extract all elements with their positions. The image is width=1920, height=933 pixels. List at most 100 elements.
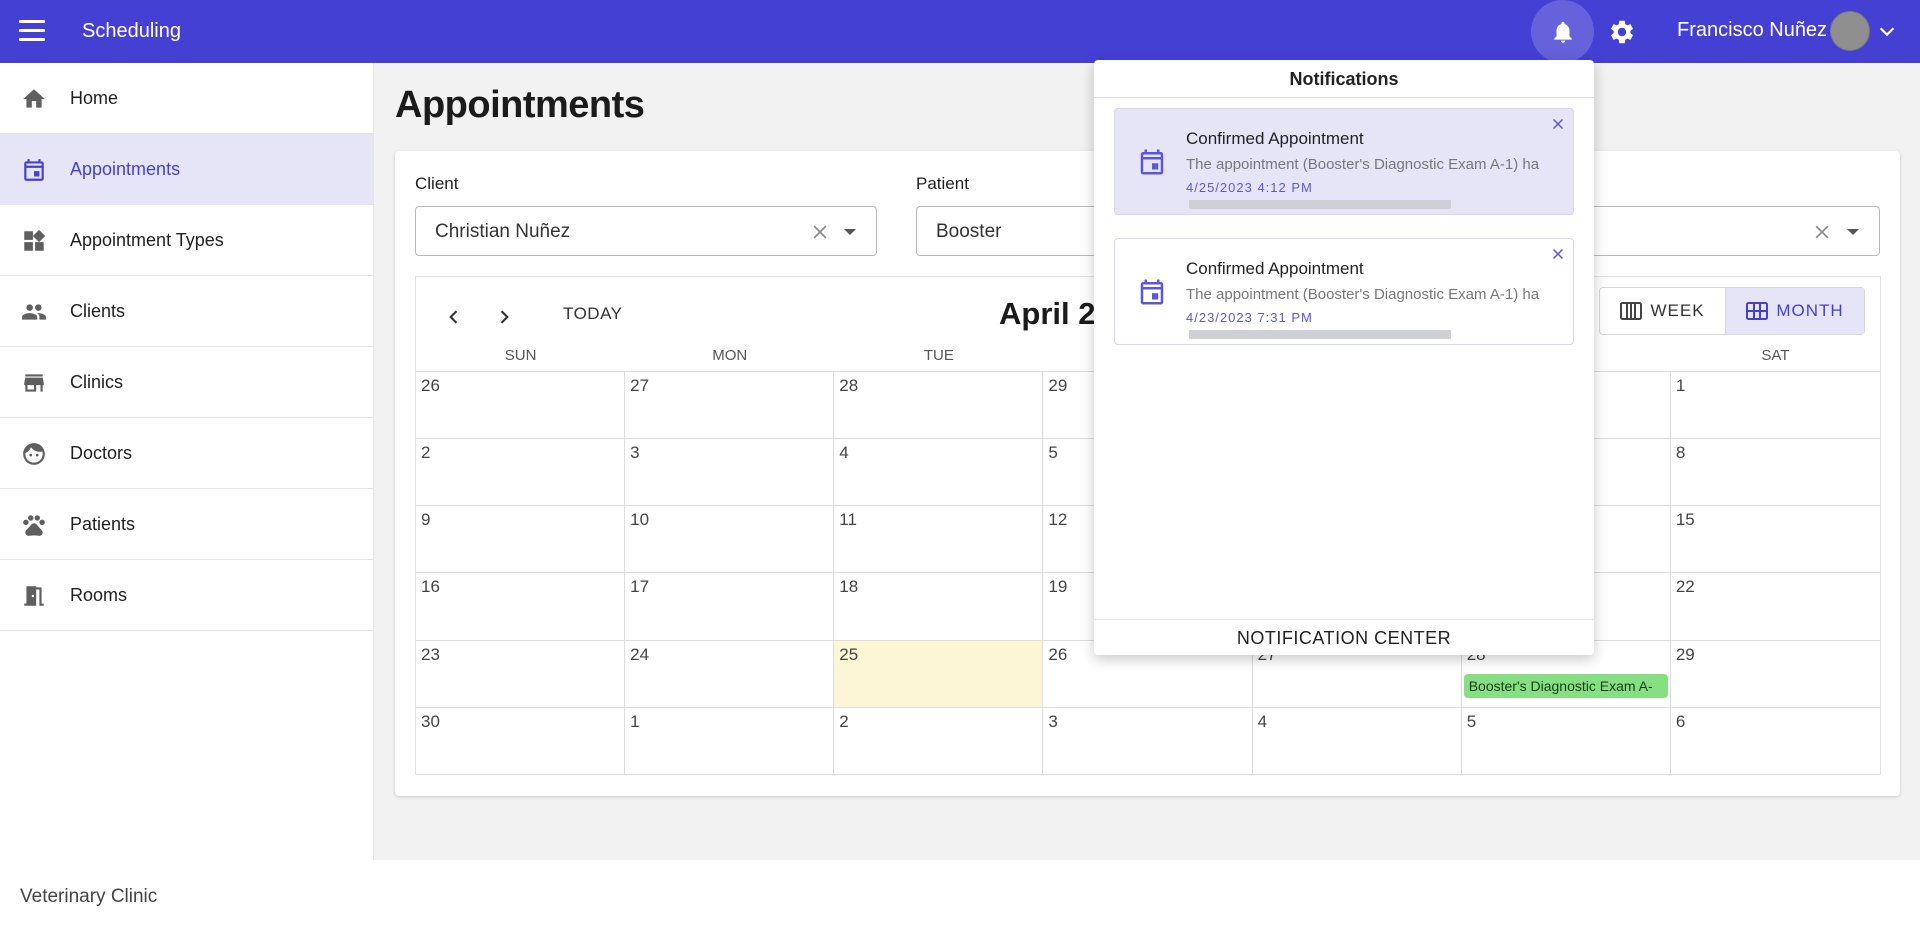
sidebar-item-label: Patients: [70, 513, 136, 534]
day-number: 12: [1048, 510, 1068, 530]
day-cell[interactable]: 27: [625, 372, 835, 440]
day-number: 3: [630, 443, 640, 463]
day-cell[interactable]: 1: [1670, 372, 1880, 440]
clear-icon[interactable]: [1812, 222, 1832, 242]
day-cell[interactable]: 17: [625, 573, 835, 641]
weekday-label: MON: [712, 347, 748, 364]
day-number: 5: [1048, 443, 1058, 463]
day-cell[interactable]: 8: [1670, 439, 1880, 507]
day-cell[interactable]: 2: [416, 439, 626, 507]
client-select-value: Christian Nuñez: [435, 221, 571, 242]
day-number: 8: [1675, 443, 1686, 463]
client-select[interactable]: Christian Nuñez: [415, 206, 877, 256]
day-number: 4: [839, 443, 849, 463]
notification-item[interactable]: Confirmed Appointment The appointment (B…: [1114, 238, 1574, 345]
day-cell-today[interactable]: 25: [834, 640, 1044, 708]
scroll-bar[interactable]: [1189, 330, 1451, 339]
day-cell[interactable]: 15: [1670, 506, 1880, 574]
day-cell[interactable]: 16: [416, 573, 626, 641]
day-cell[interactable]: 22: [1670, 573, 1880, 641]
day-number: 23: [421, 644, 440, 664]
day-number: 19: [1048, 577, 1068, 597]
day-cell[interactable]: 23: [416, 640, 626, 708]
clear-icon[interactable]: [810, 222, 830, 242]
day-cell[interactable]: 24: [625, 640, 835, 708]
chevron-down-icon[interactable]: [1876, 20, 1898, 42]
sidebar-item-doctors[interactable]: Doctors: [0, 418, 373, 489]
day-number: 10: [630, 510, 650, 530]
notification-item[interactable]: Confirmed Appointment The appointment (B…: [1114, 108, 1574, 215]
day-number: 29: [1675, 644, 1695, 664]
notifications-button[interactable]: [1531, 0, 1594, 63]
day-cell[interactable]: 3: [1043, 707, 1253, 775]
month-view-button[interactable]: MONTH: [1726, 288, 1864, 334]
next-month-button[interactable]: [486, 299, 522, 335]
sidebar-item-patients[interactable]: Patients: [0, 489, 373, 560]
day-cell[interactable]: 26: [416, 372, 626, 440]
weekday-label: TUE: [923, 347, 954, 364]
calendar-icon: [1140, 279, 1164, 305]
notification-time: 4/25/2023 4:12 PM: [1186, 180, 1313, 195]
day-cell[interactable]: 6: [1670, 708, 1880, 775]
sidebar-item-label: Clinics: [70, 371, 124, 392]
sidebar-item-label: Clients: [70, 300, 126, 321]
notification-time: 4/23/2023 7:31 PM: [1186, 310, 1313, 325]
user-name[interactable]: Francisco Nuñez: [1677, 19, 1827, 42]
day-cell[interactable]: 4: [834, 439, 1044, 507]
day-cell[interactable]: 9: [416, 506, 626, 574]
month-view-icon: [1746, 302, 1769, 320]
day-cell[interactable]: 29: [1670, 641, 1880, 708]
patient-field-label: Patient: [916, 174, 969, 193]
sidebar-item-clinics[interactable]: Clinics: [0, 347, 373, 418]
notifications-popover: Notifications Confirmed Appointment The …: [1094, 60, 1594, 655]
sidebar-item-appointments[interactable]: Appointments: [0, 134, 373, 205]
dropdown-caret-icon[interactable]: [1847, 229, 1859, 235]
day-number: 17: [630, 577, 650, 597]
day-number: 18: [839, 577, 859, 597]
week-view-icon: [1620, 302, 1643, 320]
previous-month-button[interactable]: [436, 299, 472, 335]
day-cell[interactable]: 18: [834, 573, 1044, 641]
top-app-bar: Scheduling Francisco Nuñez: [0, 0, 1920, 63]
app-title: Scheduling: [82, 20, 181, 42]
today-button[interactable]: TODAY: [563, 304, 623, 324]
day-number: 26: [1048, 644, 1068, 664]
day-number: 2: [421, 443, 431, 463]
day-number: 25: [839, 644, 859, 664]
client-field-label: Client: [415, 174, 459, 193]
page-title: Appointments: [395, 84, 645, 126]
sidebar-item-rooms[interactable]: Rooms: [0, 560, 373, 631]
avatar[interactable]: [1830, 11, 1870, 51]
dropdown-caret-icon[interactable]: [844, 229, 856, 235]
day-cell[interactable]: 5: [1461, 707, 1671, 775]
scroll-bar[interactable]: [1189, 200, 1451, 209]
day-number: 28: [839, 376, 859, 395]
day-number: 3: [1048, 711, 1058, 731]
door-icon: [24, 586, 44, 606]
day-cell[interactable]: 3: [625, 439, 835, 507]
close-icon[interactable]: [1549, 245, 1567, 263]
day-cell[interactable]: 2: [834, 707, 1044, 775]
close-icon[interactable]: [1549, 115, 1567, 133]
week-view-label: WEEK: [1650, 301, 1705, 320]
week-view-button[interactable]: WEEK: [1600, 288, 1727, 334]
day-cell[interactable]: 4: [1252, 707, 1462, 775]
day-cell[interactable]: 1: [625, 707, 835, 775]
day-cell[interactable]: 28: [834, 372, 1044, 440]
paw-icon: [23, 515, 45, 536]
weekday-label: SUN: [504, 347, 537, 364]
day-cell[interactable]: 11: [834, 506, 1044, 574]
sidebar-item-home[interactable]: Home: [0, 63, 373, 134]
calendar-icon: [1140, 149, 1164, 175]
menu-icon[interactable]: [19, 20, 45, 42]
sidebar-item-appointment-types[interactable]: Appointment Types: [0, 205, 373, 276]
day-cell[interactable]: 10: [625, 506, 835, 574]
face-icon: [23, 443, 45, 465]
settings-button[interactable]: [1606, 16, 1638, 48]
sidebar-item-clients[interactable]: Clients: [0, 276, 373, 347]
notification-center-button[interactable]: NOTIFICATION CENTER: [1094, 619, 1594, 655]
day-number: 4: [1257, 711, 1268, 731]
day-cell[interactable]: 30: [416, 707, 626, 775]
day-number: 5: [1466, 711, 1477, 731]
appointment-event[interactable]: Booster's Diagnostic Exam A-: [1463, 673, 1668, 698]
